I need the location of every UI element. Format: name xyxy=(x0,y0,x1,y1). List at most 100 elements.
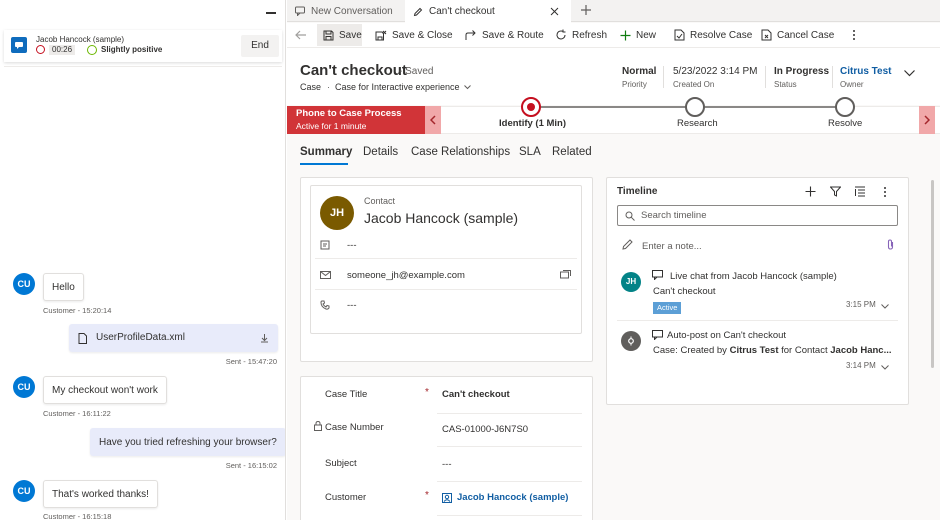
stage-marker-research[interactable] xyxy=(685,97,705,117)
sentiment-label: Slightly positive xyxy=(101,45,163,54)
phone-icon xyxy=(320,300,330,313)
timeline-item-subtitle: Case: Created by Citrus Test for Contact… xyxy=(653,345,892,356)
timeline-search-input[interactable]: Search timeline xyxy=(617,205,898,226)
case-title-field[interactable]: Can't checkout xyxy=(442,389,510,400)
contact-avatar: JH xyxy=(320,196,354,230)
record-entity: Case xyxy=(300,82,322,92)
save-status: - Saved xyxy=(399,66,434,77)
process-prev-button[interactable] xyxy=(425,106,441,134)
divider xyxy=(315,289,577,290)
chevron-right-icon xyxy=(924,115,930,125)
header-divider xyxy=(765,66,766,88)
conversation-pane: Jacob Hancock (sample) 00:26 Slightly po… xyxy=(0,0,286,520)
resolve-icon xyxy=(674,29,685,41)
save-button[interactable]: Save xyxy=(317,24,362,46)
contact-info-icon xyxy=(320,240,330,253)
save-close-button[interactable]: Save & Close xyxy=(375,24,453,46)
auto-post-avatar-icon xyxy=(621,331,641,351)
new-tab-icon[interactable] xyxy=(580,4,594,18)
send-email-icon[interactable] xyxy=(560,270,571,282)
tab-cant-checkout[interactable]: Can't checkout xyxy=(405,0,571,23)
process-next-button[interactable] xyxy=(919,106,935,134)
live-chat-icon xyxy=(652,270,663,283)
tab-related[interactable]: Related xyxy=(552,146,592,158)
attach-icon[interactable] xyxy=(887,239,894,253)
scrollbar[interactable] xyxy=(931,180,934,368)
timeline-title: Timeline xyxy=(617,186,658,197)
timeline-add-icon[interactable] xyxy=(805,186,816,200)
end-button[interactable]: End xyxy=(241,35,279,57)
cancel-icon xyxy=(761,29,772,41)
expand-header-icon[interactable] xyxy=(904,68,915,80)
route-icon xyxy=(465,29,476,40)
divider xyxy=(4,66,282,67)
process-duration: Active for 1 minute xyxy=(296,121,367,131)
tab-summary[interactable]: Summary xyxy=(300,146,352,158)
close-tab-icon[interactable] xyxy=(550,7,559,16)
process-name-block[interactable]: Phone to Case Process Active for 1 minut… xyxy=(287,106,425,134)
tab-case-relationships[interactable]: Case Relationships xyxy=(411,146,510,158)
form-selector[interactable]: Case for Interactive experience xyxy=(335,82,471,92)
download-icon[interactable] xyxy=(260,333,269,343)
chat-message: That's worked thanks! xyxy=(43,480,158,508)
contact-name[interactable]: Jacob Hancock (sample) xyxy=(364,210,518,226)
customer-avatar: CU xyxy=(13,273,35,295)
new-button[interactable]: New xyxy=(620,24,656,46)
contact-email[interactable]: someone_jh@example.com xyxy=(347,270,465,281)
chat-channel-icon xyxy=(11,37,27,53)
stage-marker-identify[interactable] xyxy=(521,97,541,117)
divider xyxy=(437,446,582,447)
divider xyxy=(315,258,577,259)
divider xyxy=(437,413,582,414)
expand-item-icon[interactable] xyxy=(881,300,889,312)
file-attachment[interactable]: UserProfileData.xml xyxy=(69,324,278,352)
back-icon[interactable] xyxy=(295,29,307,44)
priority-value: Normal xyxy=(622,66,657,77)
message-meta: Customer - 16:15:18 xyxy=(43,512,112,520)
customer-lookup[interactable]: Jacob Hancock (sample) xyxy=(442,492,568,503)
lock-icon xyxy=(314,420,322,434)
contact-field-value: --- xyxy=(347,240,357,251)
filter-icon[interactable] xyxy=(829,186,842,200)
session-customer-name: Jacob Hancock (sample) xyxy=(36,35,125,44)
status-label: Status xyxy=(774,80,797,89)
subject-field[interactable]: --- xyxy=(442,459,452,470)
cancel-case-button[interactable]: Cancel Case xyxy=(761,24,834,46)
sort-icon[interactable] xyxy=(854,186,866,200)
minimize-icon[interactable] xyxy=(266,12,276,14)
owner-link[interactable]: Citrus Test xyxy=(840,66,892,77)
tab-sla[interactable]: SLA xyxy=(519,146,541,158)
chat-message: Hello xyxy=(43,273,84,301)
message-meta: Customer - 16:11:22 xyxy=(43,409,111,418)
note-input[interactable]: Enter a note... xyxy=(642,241,702,252)
divider xyxy=(437,515,582,516)
expand-item-icon[interactable] xyxy=(881,361,889,373)
save-close-icon xyxy=(375,30,387,40)
save-route-button[interactable]: Save & Route xyxy=(465,24,544,46)
contact-label: Contact xyxy=(364,196,396,206)
timeline-item-title[interactable]: Live chat from Jacob Hancock (sample) xyxy=(670,271,837,282)
sentiment-icon xyxy=(87,45,97,55)
refresh-button[interactable]: Refresh xyxy=(555,24,607,46)
note-pen-icon xyxy=(622,239,633,253)
record-title: Can't checkout xyxy=(300,62,407,79)
dot-separator: · xyxy=(327,82,330,92)
timeline-more-icon[interactable] xyxy=(883,186,887,201)
message-meta: Customer - 15:20:14 xyxy=(43,306,112,315)
contact-lookup-icon xyxy=(442,492,452,503)
contact-phone: --- xyxy=(347,300,357,311)
divider xyxy=(617,320,898,321)
chat-message: Have you tried refreshing your browser? xyxy=(90,428,285,456)
case-edit-icon xyxy=(413,7,423,16)
tab-details[interactable]: Details xyxy=(363,146,398,158)
header-divider xyxy=(663,66,664,88)
tab-new-conversation[interactable]: New Conversation xyxy=(287,0,405,22)
stage-marker-resolve[interactable] xyxy=(835,97,855,117)
timeline-item-subtitle: Can't checkout xyxy=(653,286,716,297)
more-commands-icon[interactable] xyxy=(852,29,856,41)
process-name: Phone to Case Process xyxy=(296,108,402,119)
resolve-case-button[interactable]: Resolve Case xyxy=(674,24,752,46)
file-name: UserProfileData.xml xyxy=(96,332,185,343)
timeline-item-title[interactable]: Auto-post on Can't checkout xyxy=(667,330,786,341)
search-icon xyxy=(625,211,635,221)
